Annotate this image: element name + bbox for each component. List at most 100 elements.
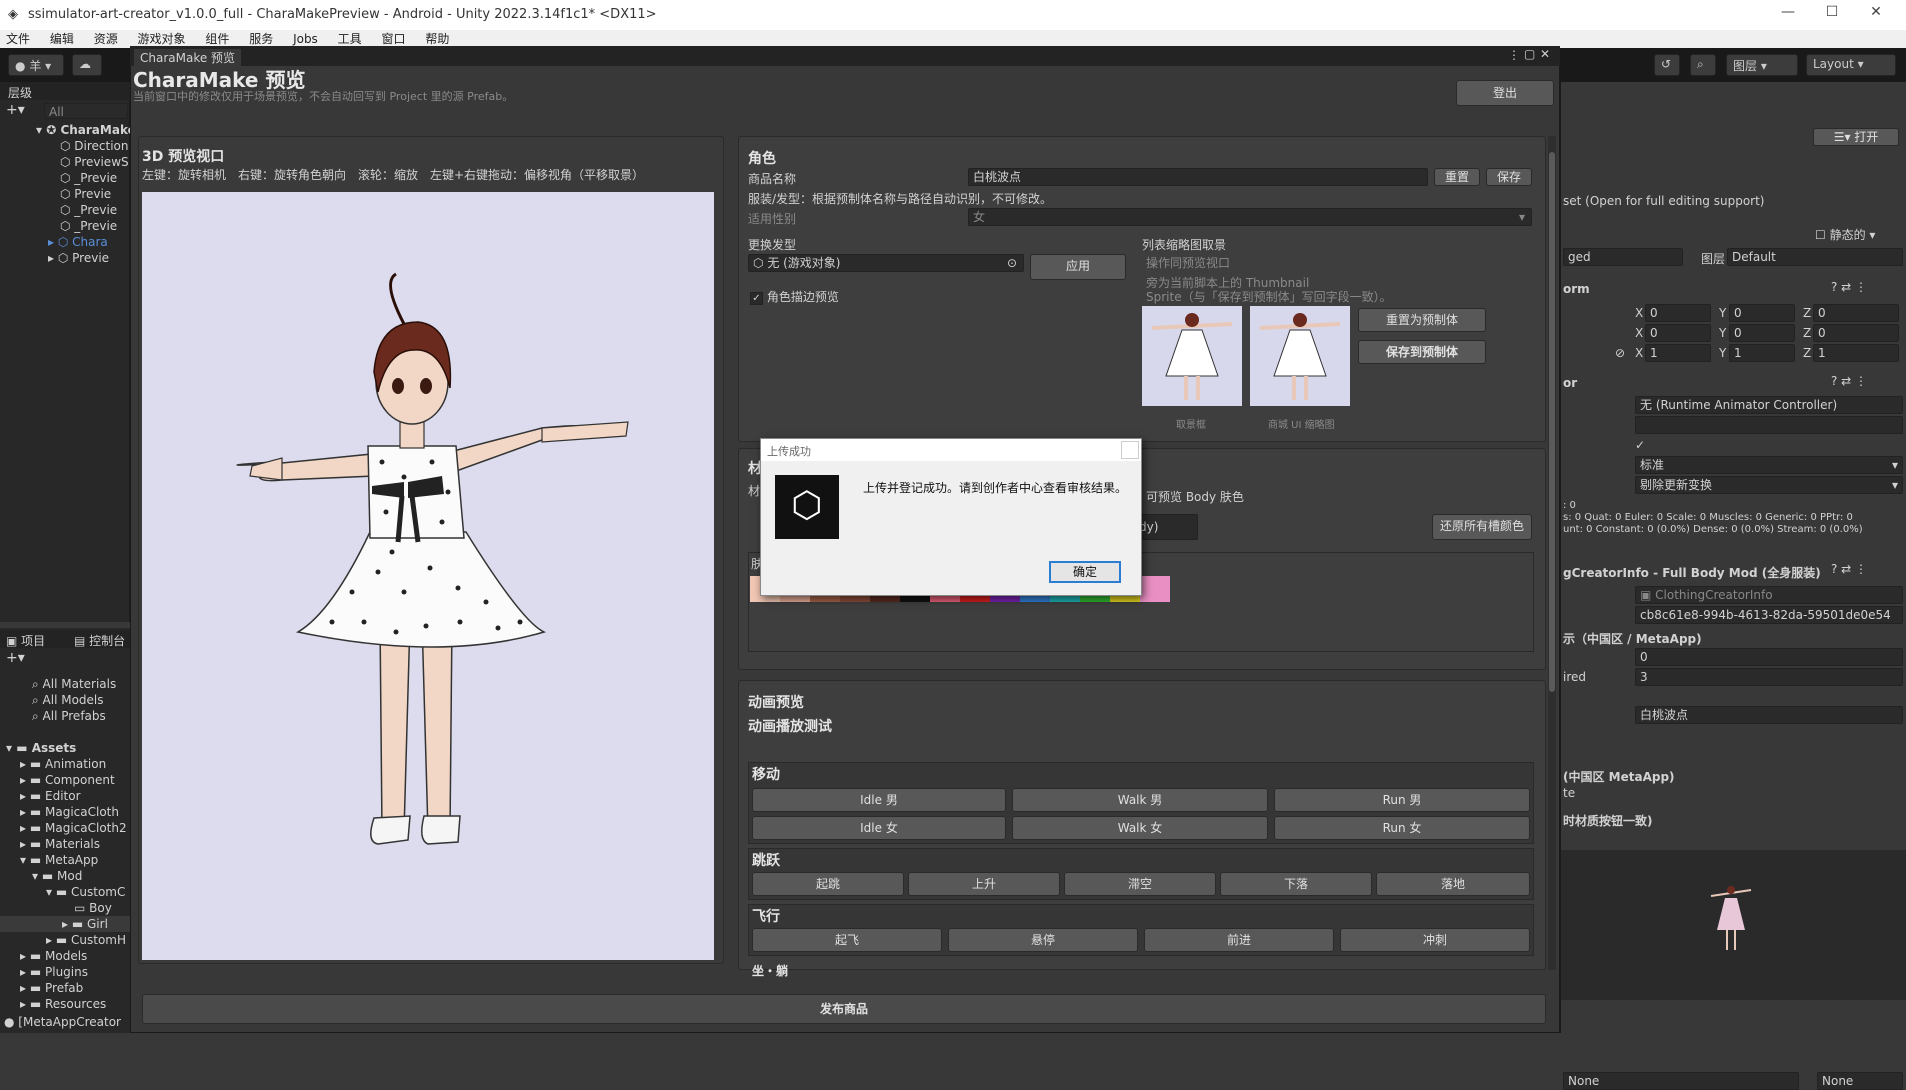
hierarchy-item[interactable]: ⬡ Previe (60, 186, 111, 202)
outline-preview-toggle[interactable]: ✓ 角色描边预览 (750, 288, 839, 305)
field-one[interactable]: 0 (1635, 648, 1903, 666)
scale-z-field[interactable]: 1 (1813, 344, 1899, 362)
project-add-icon[interactable]: +▾ (6, 650, 25, 666)
apply-button[interactable]: 应用 (1030, 254, 1126, 280)
folder-item[interactable]: ▸ ▬ MagicaCloth (20, 804, 119, 820)
open-button[interactable]: ☰▾ 打开 (1813, 128, 1899, 146)
assets-folder[interactable]: ▾ ▬ Assets (6, 740, 76, 756)
inspector-preview[interactable] (1561, 850, 1906, 1000)
fly-hover-button[interactable]: 悬停 (948, 928, 1138, 952)
frame-thumbnail[interactable] (1142, 306, 1242, 406)
folder-item[interactable]: ▸ ▬ Animation (20, 756, 106, 772)
pos-y-field[interactable]: 0 (1729, 304, 1795, 322)
close-pane-icon[interactable]: ✕ (1540, 47, 1550, 61)
history-icon[interactable]: ↺ (1654, 54, 1680, 76)
jump-air-button[interactable]: 滞空 (1064, 872, 1216, 896)
run-male-button[interactable]: Run 男 (1274, 788, 1530, 812)
folder-item-selected[interactable]: ▸ ▬ Girl (0, 916, 130, 932)
component-help-icon[interactable]: ? ⇄ ⋮ (1831, 562, 1867, 576)
none-dropdown-1[interactable]: None (1563, 1072, 1799, 1090)
layout-dropdown[interactable]: Layout ▾ (1806, 54, 1896, 76)
pos-x-field[interactable]: 0 (1645, 304, 1711, 322)
search-icon[interactable]: ⌕ (1690, 54, 1716, 76)
field-two[interactable]: 3 (1635, 668, 1903, 686)
rot-y-field[interactable]: 0 (1729, 324, 1795, 342)
animator-help-icon[interactable]: ? ⇄ ⋮ (1831, 374, 1867, 388)
folder-item[interactable]: ▸ ▬ Resources (20, 996, 106, 1012)
favorite-item[interactable]: ⌕ All Materials (32, 676, 116, 692)
minimize-icon[interactable]: — (1768, 4, 1808, 26)
jump-land-button[interactable]: 落地 (1376, 872, 1530, 896)
folder-item[interactable]: ▸ ▬ Models (20, 948, 87, 964)
jump-rise-button[interactable]: 上升 (908, 872, 1060, 896)
hierarchy-item[interactable]: ⬡ _Previe (60, 202, 117, 218)
maximize-icon[interactable]: ☐ (1812, 4, 1852, 26)
more-icon[interactable]: ⋮ (1508, 48, 1520, 62)
folder-item[interactable]: ▸ ▬ MagicaCloth2 (20, 820, 127, 836)
target-icon[interactable]: ⊙ (1007, 256, 1017, 271)
menu-edit[interactable]: 编辑 (50, 30, 74, 48)
menu-assets[interactable]: 资源 (94, 30, 118, 48)
link-icon[interactable]: ⊘ (1615, 346, 1625, 360)
culling-mode-dropdown[interactable]: 剔除更新变换 ▾ (1635, 476, 1903, 494)
folder-item[interactable]: ▸ ▬ CustomH (46, 932, 126, 948)
cloud-icon[interactable]: ☁ (72, 54, 102, 76)
rot-z-field[interactable]: 0 (1813, 324, 1899, 342)
jump-start-button[interactable]: 起跳 (752, 872, 904, 896)
hierarchy-item[interactable]: ⬡ Direction (60, 138, 129, 154)
update-mode-dropdown[interactable]: 标准 ▾ (1635, 456, 1903, 474)
favorite-item[interactable]: ⌕ All Prefabs (32, 708, 106, 724)
static-toggle[interactable]: ☐ 静态的 ▾ (1815, 226, 1875, 243)
logout-button[interactable]: 登出 (1456, 80, 1554, 106)
rot-x-field[interactable]: 0 (1645, 324, 1711, 342)
apply-root-motion-checkbox[interactable]: ✓ (1635, 438, 1645, 452)
hierarchy-item[interactable]: ⬡ PreviewS (60, 154, 129, 170)
walk-male-button[interactable]: Walk 男 (1012, 788, 1268, 812)
hierarchy-search-input[interactable]: All (44, 103, 128, 119)
fly-dash-button[interactable]: 冲刺 (1340, 928, 1530, 952)
hierarchy-tab[interactable]: 层级 (8, 84, 32, 101)
maximize-pane-icon[interactable]: ▢ (1524, 47, 1535, 61)
body-field[interactable]: dy) (1134, 514, 1198, 540)
save-button[interactable]: 保存 (1486, 168, 1532, 186)
fly-takeoff-button[interactable]: 起飞 (752, 928, 942, 952)
skin-swatch[interactable] (1140, 576, 1170, 602)
add-icon[interactable]: +▾ (6, 102, 25, 118)
checkbox[interactable]: ✓ (750, 292, 763, 305)
idle-male-button[interactable]: Idle 男 (752, 788, 1006, 812)
publish-button[interactable]: 发布商品 (142, 994, 1546, 1024)
avatar-field[interactable] (1635, 416, 1903, 434)
hierarchy-item[interactable]: ⬡ _Previe (60, 170, 117, 186)
gender-select[interactable]: 女 ▾ (968, 208, 1532, 226)
none-dropdown-2[interactable]: None (1817, 1072, 1903, 1090)
favorite-item[interactable]: ⌕ All Models (32, 692, 104, 708)
layers-dropdown[interactable]: 图层 ▾ (1726, 54, 1798, 76)
folder-item[interactable]: ▸ ▬ Materials (20, 836, 100, 852)
tab-project[interactable]: ▣ 项目 (6, 632, 45, 649)
save-to-prefab-button[interactable]: 保存到预制体 (1358, 340, 1486, 364)
folder-item[interactable]: ▸ ▬ Plugins (20, 964, 88, 980)
ok-button[interactable]: 确定 (1049, 561, 1121, 583)
help-icon[interactable]: ? ⇄ ⋮ (1831, 280, 1867, 294)
hierarchy-item[interactable]: ▸ ⬡ Previe (48, 250, 109, 266)
scale-x-field[interactable]: 1 (1645, 344, 1711, 362)
3d-viewport[interactable] (142, 192, 714, 960)
account-button[interactable]: ● 羊 ▾ (8, 54, 64, 76)
folder-item[interactable]: ▾ ▬ MetaApp (20, 852, 98, 868)
folder-item[interactable]: ▾ ▬ CustomC (46, 884, 125, 900)
mall-thumbnail[interactable] (1250, 306, 1350, 406)
folder-item[interactable]: ▸ ▬ Prefab (20, 980, 83, 996)
pos-z-field[interactable]: 0 (1813, 304, 1899, 322)
controller-field[interactable]: 无 (Runtime Animator Controller) (1635, 396, 1903, 414)
folder-item[interactable]: ▸ ▬ Component (20, 772, 115, 788)
scrollbar[interactable] (1548, 136, 1556, 970)
reset-button[interactable]: 重置 (1434, 168, 1480, 186)
hierarchy-item[interactable]: ⬡ _Previe (60, 218, 117, 234)
folder-item[interactable]: ▾ ▬ Mod (32, 868, 82, 884)
tag-dropdown[interactable]: ged (1563, 248, 1683, 266)
item-name-field[interactable]: 白桃波点 (1635, 706, 1903, 724)
folder-item[interactable]: ▸ ▬ Editor (20, 788, 81, 804)
restore-colors-button[interactable]: 还原所有槽颜色 (1432, 514, 1532, 540)
hierarchy-item[interactable]: ▾ ✪ CharaMake (36, 122, 136, 138)
folder-item[interactable]: ▭ Boy (74, 900, 112, 916)
